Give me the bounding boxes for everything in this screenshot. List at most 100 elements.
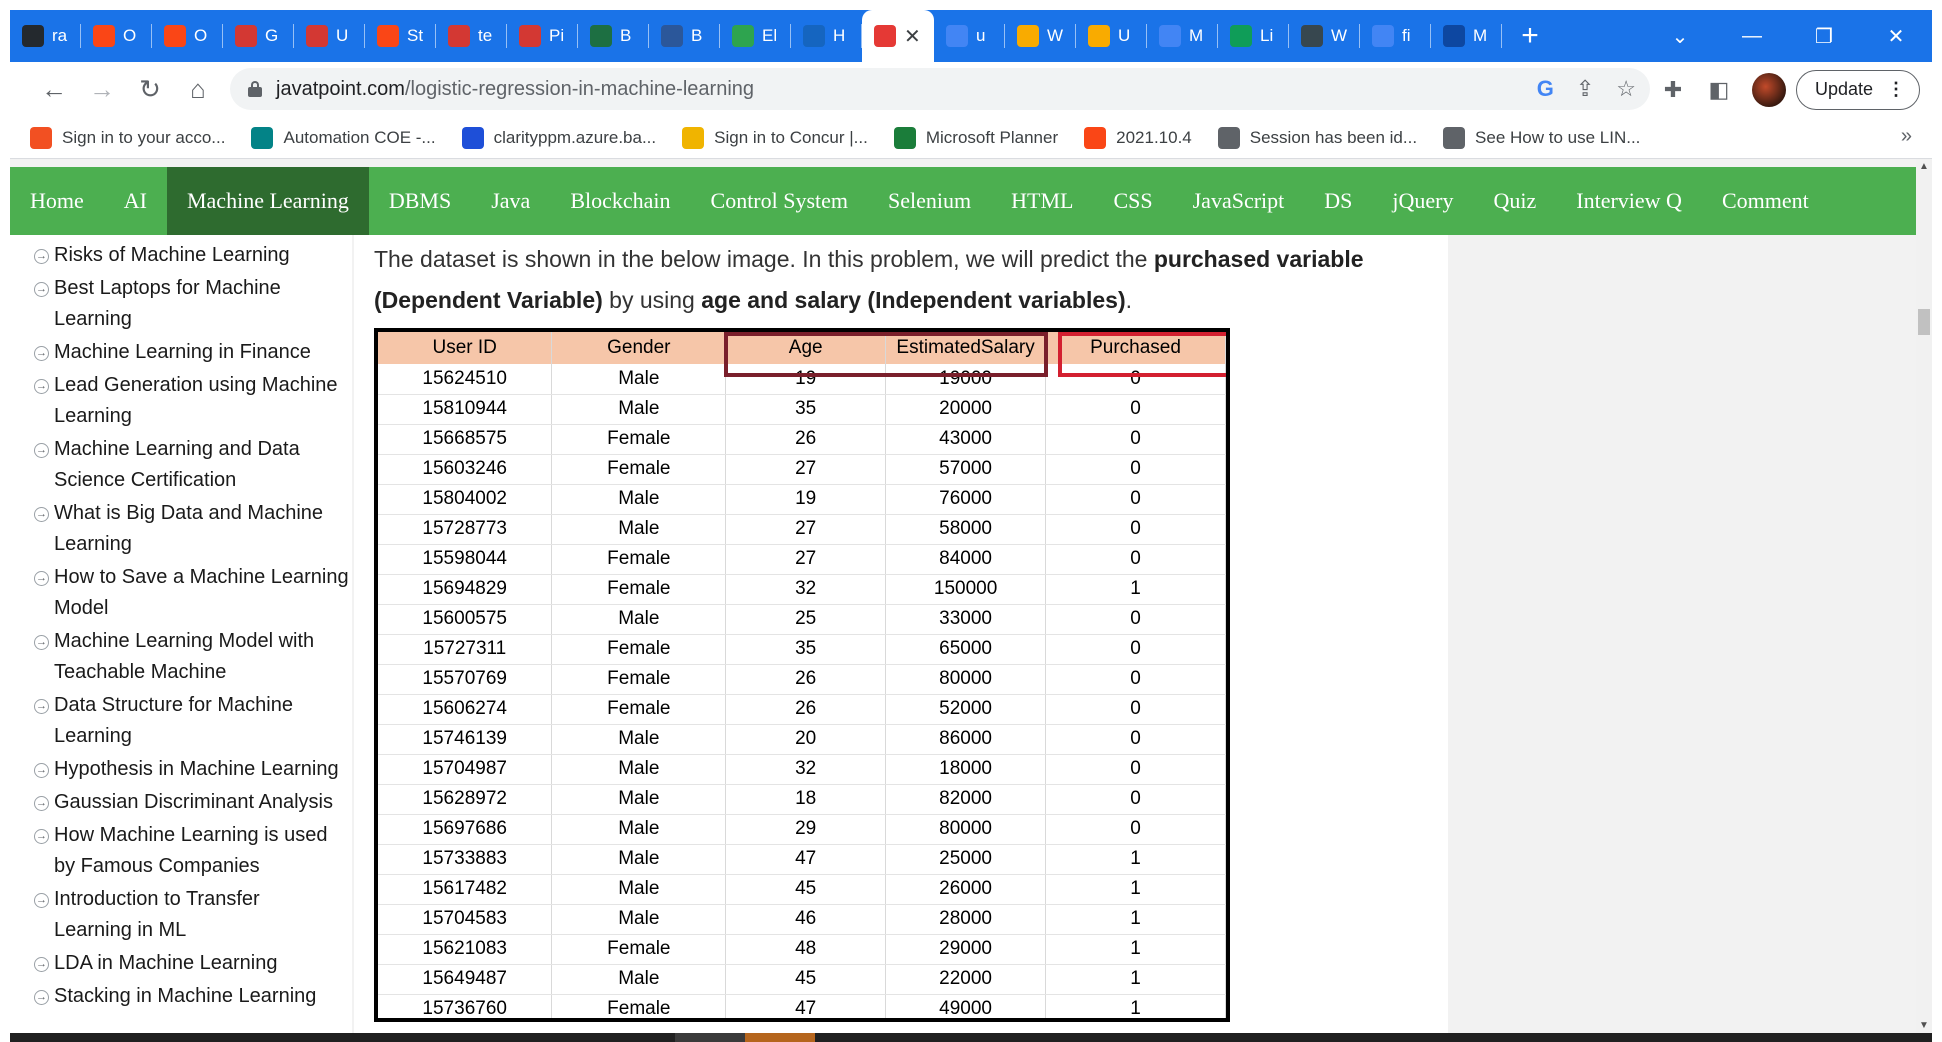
address-bar[interactable]: javatpoint.com/logistic-regression-in-ma…	[230, 68, 1650, 110]
bookmark-label: 2021.10.4	[1116, 127, 1192, 147]
sidebar-item[interactable]: → What is Big Data and Machine Learning	[10, 498, 352, 560]
browser-tab[interactable]: El	[720, 10, 791, 62]
scroll-down-icon[interactable]: ▼	[1916, 1020, 1932, 1031]
taskbar-app[interactable]	[745, 1033, 815, 1042]
scroll-up-icon[interactable]: ▲	[1916, 161, 1932, 172]
bookmark-item[interactable]: Sign in to Concur |...	[682, 126, 868, 149]
bookmark-star-icon[interactable]: ☆	[1616, 76, 1636, 102]
nav-item-comment[interactable]: Comment	[1702, 167, 1829, 235]
side-panel-icon[interactable]: ◧	[1696, 77, 1742, 103]
table-cell: Male	[551, 514, 727, 545]
table-cell: 84000	[885, 544, 1047, 575]
bookmark-label: Sign in to your acco...	[62, 127, 226, 147]
browser-tab[interactable]: te	[436, 10, 507, 62]
nav-item-interview-q[interactable]: Interview Q	[1556, 167, 1702, 235]
reload-icon[interactable]: ↻	[126, 66, 174, 114]
nav-item-javascript[interactable]: JavaScript	[1173, 167, 1305, 235]
browser-tab[interactable]: M	[1147, 10, 1218, 62]
nav-item-java[interactable]: Java	[471, 167, 550, 235]
sidebar-item[interactable]: → Risks of Machine Learning	[10, 240, 352, 271]
taskbar-app[interactable]	[675, 1033, 745, 1042]
nav-item-control-system[interactable]: Control System	[691, 167, 869, 235]
nav-item-blockchain[interactable]: Blockchain	[550, 167, 690, 235]
browser-tab[interactable]: W	[1289, 10, 1360, 62]
browser-tab[interactable]: U	[294, 10, 365, 62]
sidebar-item[interactable]: → Data Structure for Machine Learning	[10, 690, 352, 752]
bookmark-item[interactable]: See How to use LIN...	[1443, 126, 1640, 149]
lock-icon[interactable]	[248, 81, 262, 97]
bookmark-item[interactable]: Session has been id...	[1217, 126, 1417, 149]
nav-item-ds[interactable]: DS	[1304, 167, 1372, 235]
sidebar-item[interactable]: → Introduction to Transfer Learning in ML	[10, 884, 352, 946]
update-button[interactable]: Update ⋮	[1795, 69, 1920, 110]
sidebar-item[interactable]: → Machine Learning Model with Teachable Ma…	[10, 626, 352, 688]
scrollbar-thumb[interactable]	[1918, 309, 1930, 335]
bookmark-item[interactable]: 2021.10.4	[1084, 126, 1192, 149]
extensions-icon[interactable]: ✚	[1650, 77, 1696, 103]
browser-tab[interactable]: B	[649, 10, 720, 62]
right-panel	[1448, 219, 1916, 1033]
home-icon[interactable]: ⌂	[174, 66, 222, 114]
nav-item-ai[interactable]: AI	[104, 167, 167, 235]
tab-search-icon[interactable]: ⌄	[1644, 10, 1716, 62]
url-path: /logistic-regression-in-machine-learning	[404, 77, 755, 100]
browser-tab[interactable]: G	[223, 10, 294, 62]
bookmark-item[interactable]: Automation COE -...	[251, 126, 436, 149]
nav-item-machine-learning[interactable]: Machine Learning	[166, 167, 369, 235]
tab-strip: ra O O G U St te Pi B B El H ✕ u W U M Li Wfi M + ⌄ — ❐ ✕	[10, 10, 1932, 62]
table-cell: 15570769	[378, 664, 553, 695]
browser-tab[interactable]: fi	[1360, 10, 1431, 62]
sidebar-item[interactable]: → Machine Learning in Finance	[10, 337, 352, 368]
nav-item-home[interactable]: Home	[10, 167, 104, 235]
browser-tab[interactable]: H	[791, 10, 862, 62]
nav-item-quiz[interactable]: Quiz	[1474, 167, 1557, 235]
browser-tab[interactable]: Li	[1218, 10, 1289, 62]
nav-item-jquery[interactable]: jQuery	[1372, 167, 1473, 235]
table-cell: 1	[1045, 934, 1226, 965]
sidebar-item[interactable]: → Gaussian Discriminant Analysis	[10, 787, 352, 818]
browser-tab[interactable]: W	[1005, 10, 1076, 62]
nav-item-dbms[interactable]: DBMS	[369, 167, 471, 235]
sidebar-item-label: Learning in ML	[54, 919, 187, 941]
sidebar-item[interactable]: → Hypothesis in Machine Learning	[10, 754, 352, 785]
browser-tab[interactable]: ra	[10, 10, 81, 62]
nav-item-selenium[interactable]: Selenium	[868, 167, 991, 235]
close-tab-icon[interactable]: ✕	[904, 24, 921, 49]
browser-tab[interactable]: O	[81, 10, 152, 62]
expand-arrow-icon: →	[34, 829, 49, 844]
sidebar-item[interactable]: → How Machine Learning is used by Famous C…	[10, 820, 352, 882]
sidebar-item[interactable]: → Machine Learning and Data Science Certif…	[10, 434, 352, 496]
browser-tab[interactable]: ✕	[862, 10, 934, 62]
browser-tab[interactable]: Pi	[507, 10, 578, 62]
nav-item-css[interactable]: CSS	[1093, 167, 1172, 235]
bookmark-item[interactable]: Microsoft Planner	[893, 126, 1058, 149]
sidebar-item[interactable]: → Lead Generation using Machine Learning	[10, 370, 352, 432]
minimize-icon[interactable]: —	[1716, 10, 1788, 62]
browser-tab[interactable]: u	[934, 10, 1005, 62]
table-cell: 19	[725, 484, 887, 515]
sidebar-item[interactable]: → LDA in Machine Learning	[10, 948, 352, 979]
nav-item-html[interactable]: HTML	[991, 167, 1093, 235]
forward-icon[interactable]: →	[78, 66, 126, 114]
browser-tab[interactable]: O	[152, 10, 223, 62]
page-scrollbar[interactable]: ▲ ▼	[1916, 159, 1932, 1033]
share-icon[interactable]: ⇪	[1576, 76, 1594, 102]
sidebar-item[interactable]: → How to Save a Machine Learning Model	[10, 562, 352, 624]
bookmark-item[interactable]: clarityppm.azure.ba...	[461, 126, 656, 149]
browser-tab[interactable]: M	[1431, 10, 1502, 62]
browser-tab[interactable]: St	[365, 10, 436, 62]
sidebar-item[interactable]: → Stacking in Machine Learning	[10, 981, 352, 1012]
browser-tab[interactable]: B	[578, 10, 649, 62]
back-icon[interactable]: ←	[30, 66, 78, 114]
bookmarks-overflow-icon[interactable]: »	[1901, 125, 1912, 148]
restore-icon[interactable]: ❐	[1788, 10, 1860, 62]
sidebar-item[interactable]: → Best Laptops for Machine Learning	[10, 273, 352, 335]
browser-tab[interactable]: U	[1076, 10, 1147, 62]
bookmark-item[interactable]: Sign in to your acco...	[30, 126, 226, 149]
profile-avatar[interactable]	[1751, 72, 1786, 107]
table-cell: 0	[1045, 784, 1226, 815]
close-window-icon[interactable]: ✕	[1860, 10, 1932, 62]
new-tab-button[interactable]: +	[1502, 10, 1558, 62]
google-lens-icon[interactable]: G	[1537, 76, 1554, 102]
planner-icon	[893, 126, 916, 149]
